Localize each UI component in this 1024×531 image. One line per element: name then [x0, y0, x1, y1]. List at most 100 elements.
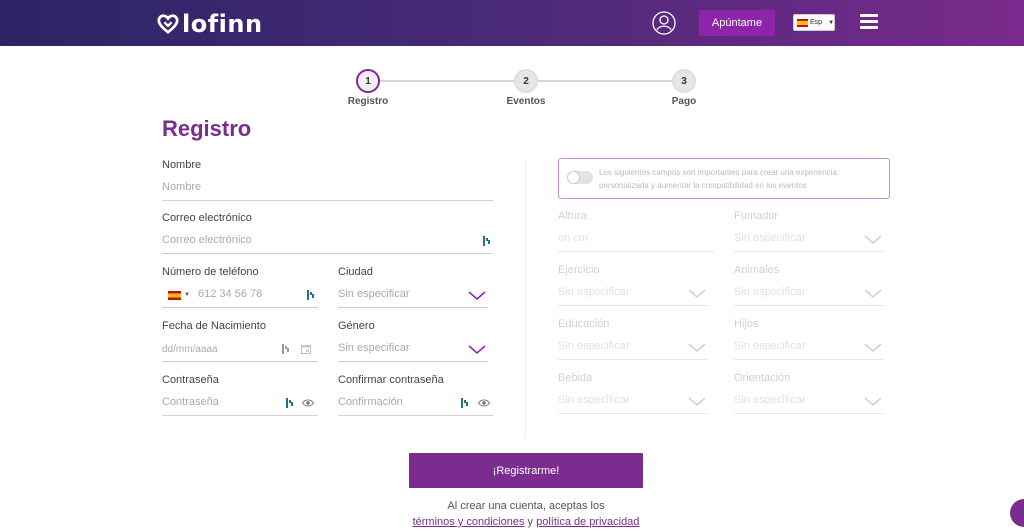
height-label: Altura	[558, 210, 587, 222]
user-account-icon[interactable]	[652, 11, 676, 35]
privacy-link[interactable]: política de privacidad	[536, 516, 639, 528]
input-underline	[338, 415, 493, 416]
chevron-down-icon	[688, 289, 706, 298]
orientation-label: Orientación	[734, 372, 791, 384]
input-underline	[162, 253, 493, 254]
input-underline	[162, 307, 318, 308]
terms-link[interactable]: términos y condiciones	[413, 516, 525, 528]
input-underline	[558, 413, 708, 414]
input-underline	[162, 200, 493, 201]
step-2-label: Eventos	[506, 96, 546, 107]
education-label: Educación	[558, 318, 610, 330]
smoker-label: Fumador	[734, 210, 779, 222]
password-label: Contraseña	[162, 374, 219, 386]
register-button[interactable]: ¡Registrarme!	[409, 453, 643, 488]
toggle-knob	[568, 172, 579, 183]
join-button[interactable]: Apúntame	[699, 10, 775, 36]
children-select[interactable]: Hijos Sin especificar	[734, 318, 884, 362]
column-divider	[525, 160, 526, 438]
email-field[interactable]: Correo electrónico Correo electrónico	[162, 212, 493, 256]
drink-select[interactable]: Bebida Sin especificar	[558, 372, 708, 416]
chat-widget-icon[interactable]	[1008, 496, 1024, 531]
name-input[interactable]: Nombre	[162, 181, 201, 193]
terms-links: términos y condiciones y política de pri…	[380, 516, 672, 528]
password-manager-icon[interactable]	[307, 290, 315, 300]
input-underline	[558, 305, 708, 306]
brand-logo[interactable]: lofinn	[157, 10, 263, 38]
step-1-indicator: 1	[356, 69, 380, 93]
name-field[interactable]: Nombre Nombre	[162, 159, 493, 203]
input-underline	[338, 307, 488, 308]
phone-input[interactable]: 612 34 56 78	[198, 288, 262, 300]
birthdate-field[interactable]: Fecha de Nacimiento dd/mm/aaaa	[162, 320, 318, 364]
eye-icon[interactable]	[478, 399, 490, 407]
height-input[interactable]: en cm	[558, 232, 588, 244]
input-underline	[338, 361, 488, 362]
gender-value[interactable]: Sin especificar	[338, 342, 410, 354]
education-select[interactable]: Educación Sin especificar	[558, 318, 708, 362]
language-select[interactable]: Esp ▼	[793, 14, 835, 31]
password-manager-icon[interactable]	[282, 344, 290, 354]
animals-select[interactable]: Animales Sin especificar	[734, 264, 884, 308]
exercise-select[interactable]: Ejercicio Sin especificar	[558, 264, 708, 308]
name-label: Nombre	[162, 159, 202, 171]
phone-label: Número de teléfono	[162, 266, 259, 278]
education-value[interactable]: Sin especificar	[558, 340, 630, 352]
page-title: Registro	[162, 116, 252, 141]
animals-label: Animales	[734, 264, 780, 276]
stepper-line	[380, 80, 516, 82]
notice-text: Los siguientes campos son importantes pa…	[599, 168, 837, 190]
terms-conjunction: y	[524, 516, 537, 528]
height-field[interactable]: Altura en cm	[558, 210, 714, 254]
caret-down-icon: ▼	[828, 19, 835, 26]
phone-field[interactable]: Número de teléfono ▼ 612 34 56 78	[162, 266, 318, 310]
eye-icon[interactable]	[302, 399, 314, 407]
input-underline	[734, 251, 884, 252]
password-input[interactable]: Contraseña	[162, 396, 219, 408]
smoker-value[interactable]: Sin especificar	[734, 232, 806, 244]
password-manager-icon[interactable]	[286, 398, 294, 408]
chevron-down-icon	[688, 397, 706, 406]
drink-value[interactable]: Sin especificar	[558, 394, 630, 406]
input-underline	[558, 251, 714, 252]
spain-flag-icon	[797, 18, 808, 27]
animals-value[interactable]: Sin especificar	[734, 286, 806, 298]
orientation-select[interactable]: Orientación Sin especificar	[734, 372, 884, 416]
optional-fields-notice: Los siguientes campos son importantes pa…	[558, 158, 890, 199]
gender-select[interactable]: Género Sin especificar	[338, 320, 488, 364]
gender-label: Género	[338, 320, 375, 332]
chevron-down-icon	[864, 343, 882, 352]
spain-flag-icon[interactable]	[168, 291, 181, 300]
optional-fields-toggle[interactable]	[567, 171, 593, 184]
email-input[interactable]: Correo electrónico	[162, 234, 252, 246]
orientation-value[interactable]: Sin especificar	[734, 394, 806, 406]
brand-name: lofinn	[182, 10, 263, 38]
birthdate-label: Fecha de Nacimiento	[162, 320, 266, 332]
smoker-select[interactable]: Fumador Sin especificar	[734, 210, 884, 254]
children-label: Hijos	[734, 318, 759, 330]
city-select[interactable]: Ciudad Sin especificar	[338, 266, 488, 310]
language-label: Esp	[810, 19, 823, 26]
hamburger-menu-icon[interactable]	[860, 14, 878, 30]
password-field[interactable]: Contraseña Contraseña	[162, 374, 318, 418]
top-navbar: lofinn Apúntame Esp ▼	[0, 0, 1024, 46]
chevron-down-icon	[468, 291, 486, 300]
birthdate-input[interactable]: dd/mm/aaaa	[162, 344, 218, 355]
city-value[interactable]: Sin especificar	[338, 288, 410, 300]
step-3-indicator: 3	[672, 69, 696, 93]
exercise-value[interactable]: Sin especificar	[558, 286, 630, 298]
chevron-down-icon	[468, 345, 486, 354]
password-manager-icon[interactable]	[461, 398, 469, 408]
step-1-label: Registro	[347, 96, 389, 107]
password-manager-icon[interactable]	[483, 236, 491, 246]
exercise-label: Ejercicio	[558, 264, 600, 276]
step-3-label: Pago	[671, 96, 697, 107]
city-label: Ciudad	[338, 266, 373, 278]
children-value[interactable]: Sin especificar	[734, 340, 806, 352]
input-underline	[734, 305, 884, 306]
input-underline	[558, 359, 708, 360]
confirm-password-field[interactable]: Confirmar contraseña Confirmación	[338, 374, 493, 418]
calendar-icon[interactable]	[301, 344, 311, 354]
terms-intro: Al crear una cuenta, aceptas los	[447, 500, 605, 512]
confirm-password-input[interactable]: Confirmación	[338, 396, 403, 408]
